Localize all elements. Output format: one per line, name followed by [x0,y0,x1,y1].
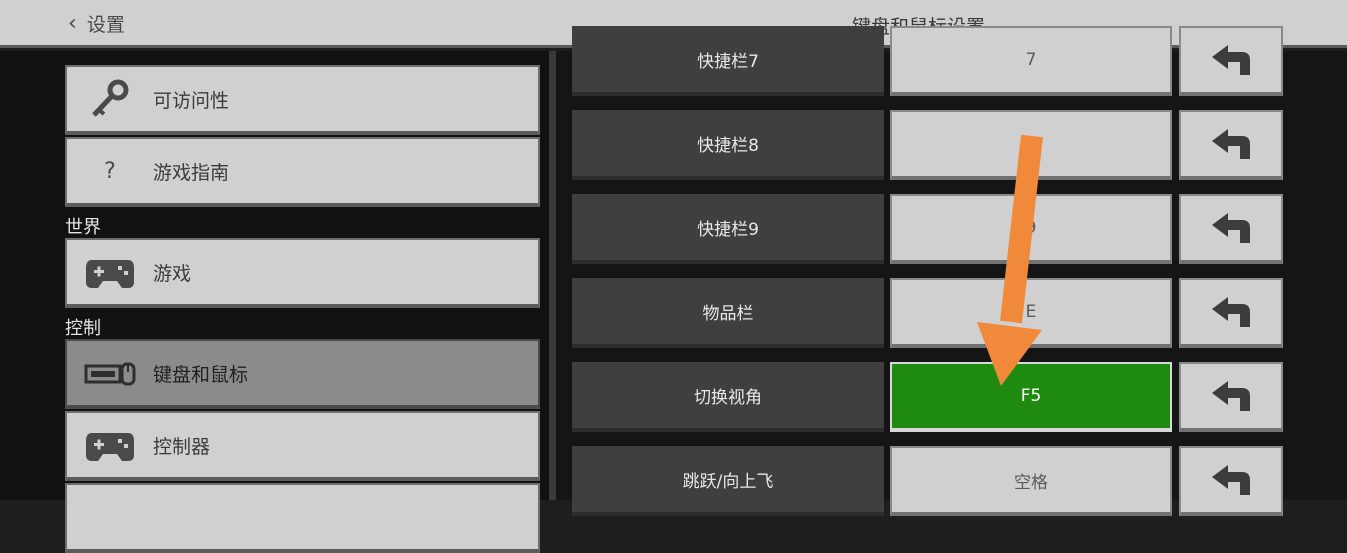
sidebar-item-game[interactable]: 游戏 [65,238,540,308]
binding-action-label: 快捷栏8 [572,110,884,180]
question-icon: ? [104,158,116,184]
back-label: 设置 [86,14,125,36]
reset-binding-button[interactable] [1179,278,1283,348]
binding-action-label: 物品栏 [572,278,884,348]
gamepad-icon [67,254,153,290]
binding-action-label: 跳跃/向上飞 [572,446,884,516]
reset-binding-button[interactable] [1179,194,1283,264]
chevron-left-icon: ‹ [68,11,77,36]
undo-arrow-icon [1212,213,1250,243]
sidebar-item-accessibility[interactable]: 可访问性 [65,65,540,135]
sidebar-item-label: 游戏 [153,262,192,285]
sidebar-item-partial[interactable] [65,483,540,553]
reset-binding-button[interactable] [1179,362,1283,432]
undo-arrow-icon [1212,297,1250,327]
binding-key-button[interactable]: 9 [890,194,1172,264]
reset-binding-button[interactable] [1179,26,1283,96]
sidebar-item-label: 控制器 [153,435,211,458]
binding-key-button[interactable]: E [890,278,1172,348]
binding-key-button[interactable] [890,110,1172,180]
binding-key-button[interactable]: 7 [890,26,1172,96]
keyboard-mouse-icon [67,358,153,388]
gamepad-icon [67,427,153,463]
undo-arrow-icon [1212,45,1250,75]
binding-action-label: 快捷栏7 [572,26,884,96]
reset-binding-button[interactable] [1179,446,1283,516]
undo-arrow-icon [1212,465,1250,495]
sidebar-item-label: 键盘和鼠标 [153,363,249,386]
sidebar-item-label: 游戏指南 [153,161,230,184]
binding-key-button-selected[interactable]: F5 [890,362,1172,432]
sidebar-item-label: 可访问性 [153,89,230,112]
sidebar-item-keyboard-mouse[interactable]: 键盘和鼠标 [65,339,540,409]
section-header-world: 世界 [65,217,101,238]
binding-action-label: 快捷栏9 [572,194,884,264]
back-button[interactable]: ‹ 设置 [68,10,125,37]
binding-key-button[interactable]: 空格 [890,446,1172,516]
panel-divider[interactable] [549,51,556,500]
section-header-controls: 控制 [65,318,101,339]
key-icon [67,79,153,119]
sidebar-item-how-to-play[interactable]: ? 游戏指南 [65,137,540,207]
binding-action-label: 切换视角 [572,362,884,432]
undo-arrow-icon [1212,129,1250,159]
reset-binding-button[interactable] [1179,110,1283,180]
sidebar-item-controller[interactable]: 控制器 [65,411,540,481]
undo-arrow-icon [1212,381,1250,411]
